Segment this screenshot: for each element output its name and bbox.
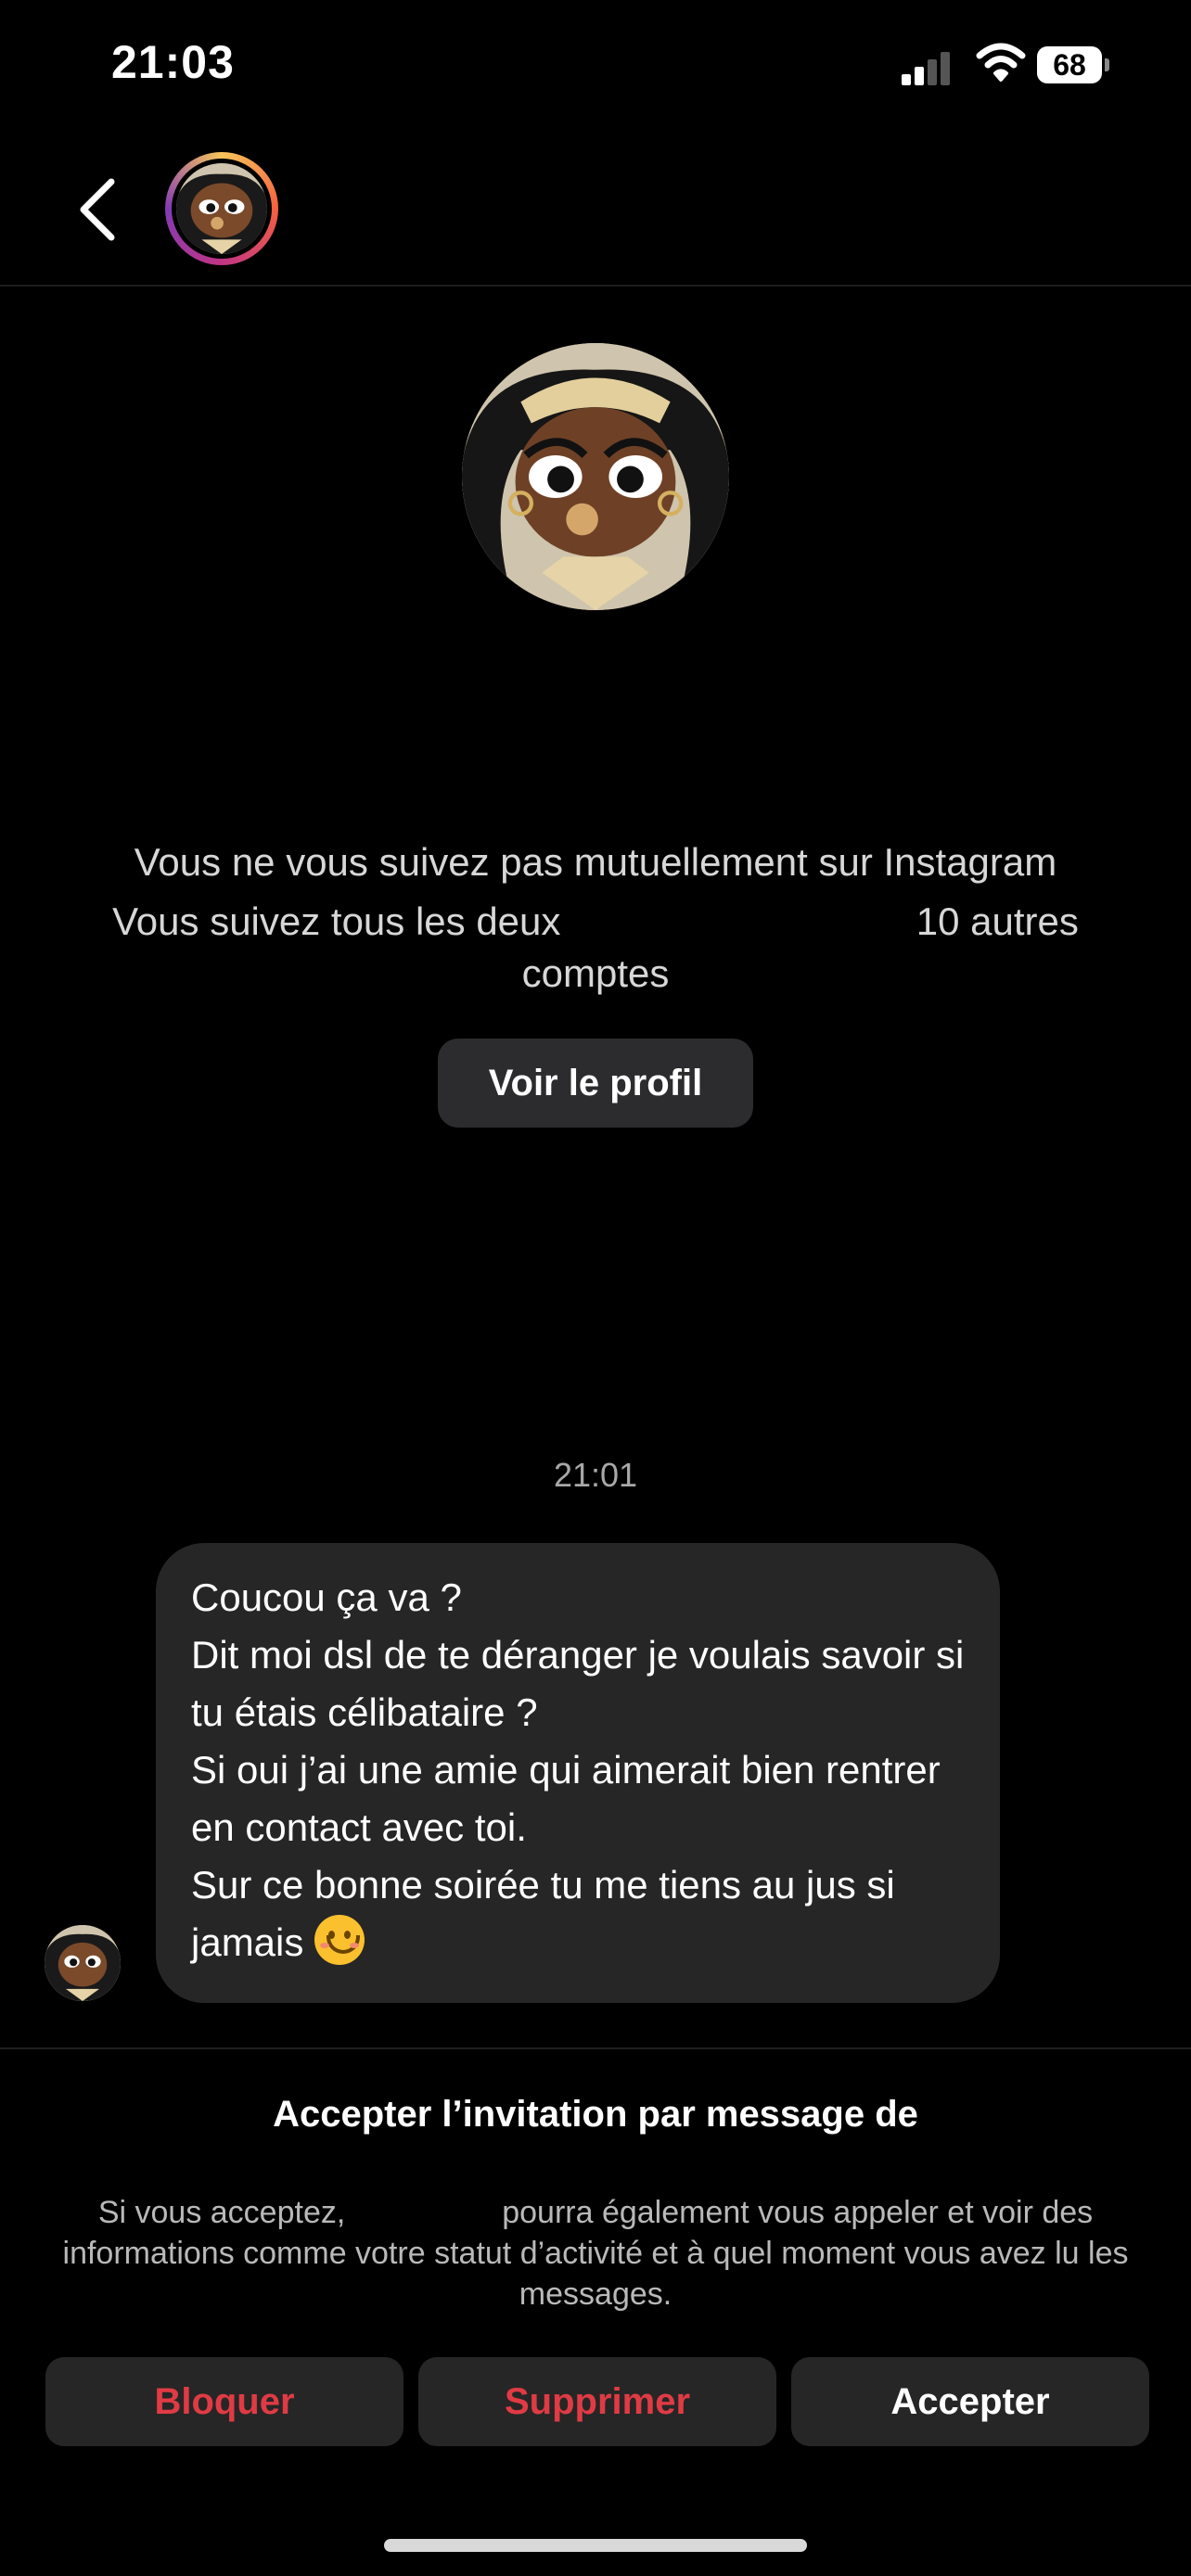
- common-follows-end: comptes: [521, 951, 670, 995]
- delete-button[interactable]: Supprimer: [418, 2357, 776, 2446]
- common-follows-text: Vous suivez tous les deux 10 autres comp…: [0, 896, 1191, 1000]
- avatar-illustration: [176, 163, 267, 254]
- status-time: 21:03: [111, 36, 235, 88]
- mutual-follow-text: Vous ne vous suivez pas mutuellement sur…: [134, 840, 1057, 884]
- invitation-description: Si vous acceptez, pourra également vous …: [56, 2192, 1135, 2315]
- message-timestamp: 21:01: [553, 1456, 638, 1494]
- invitation-title: Accepter l’invitation par message de: [273, 2094, 918, 2135]
- common-follows-suffix: 10 autres: [916, 899, 1079, 943]
- avatar-illustration: [45, 1925, 121, 2001]
- sender-avatar[interactable]: [45, 1925, 121, 2001]
- chevron-left-icon[interactable]: [72, 174, 124, 245]
- view-profile-button[interactable]: Voir le profil: [438, 1039, 753, 1128]
- header-avatar[interactable]: [165, 152, 278, 265]
- invitation-description-start: Si vous acceptez,: [97, 2195, 346, 2230]
- common-follows-prefix: Vous suivez tous les deux: [112, 899, 561, 943]
- smiling-face-icon: [314, 1915, 365, 1965]
- header-divider: [0, 285, 1191, 287]
- message-bubble[interactable]: Coucou ça va ? Dit moi dsl de te dérange…: [156, 1543, 1000, 2003]
- wifi-icon: [976, 43, 1026, 82]
- battery-icon: 68: [1037, 46, 1111, 83]
- block-button[interactable]: Bloquer: [45, 2357, 403, 2446]
- accept-button[interactable]: Accepter: [791, 2357, 1149, 2446]
- message-line-with-emoji: Sur ce bonne soirée tu me tiens au jus s…: [191, 1856, 970, 1971]
- invite-divider: [0, 2047, 1191, 2049]
- message-line: Si oui j’ai une amie qui aimerait bien r…: [191, 1748, 941, 1849]
- profile-avatar[interactable]: [462, 343, 729, 610]
- battery-level: 68: [1037, 46, 1102, 83]
- message-line: Coucou ça va ?: [191, 1575, 462, 1619]
- home-indicator: [384, 2539, 807, 2552]
- signal-icon: [902, 48, 957, 85]
- avatar-illustration: [462, 343, 729, 610]
- message-line: Sur ce bonne soirée tu me tiens au jus s…: [191, 1863, 895, 1964]
- message-line: Dit moi dsl de te déranger je voulais sa…: [191, 1633, 965, 1734]
